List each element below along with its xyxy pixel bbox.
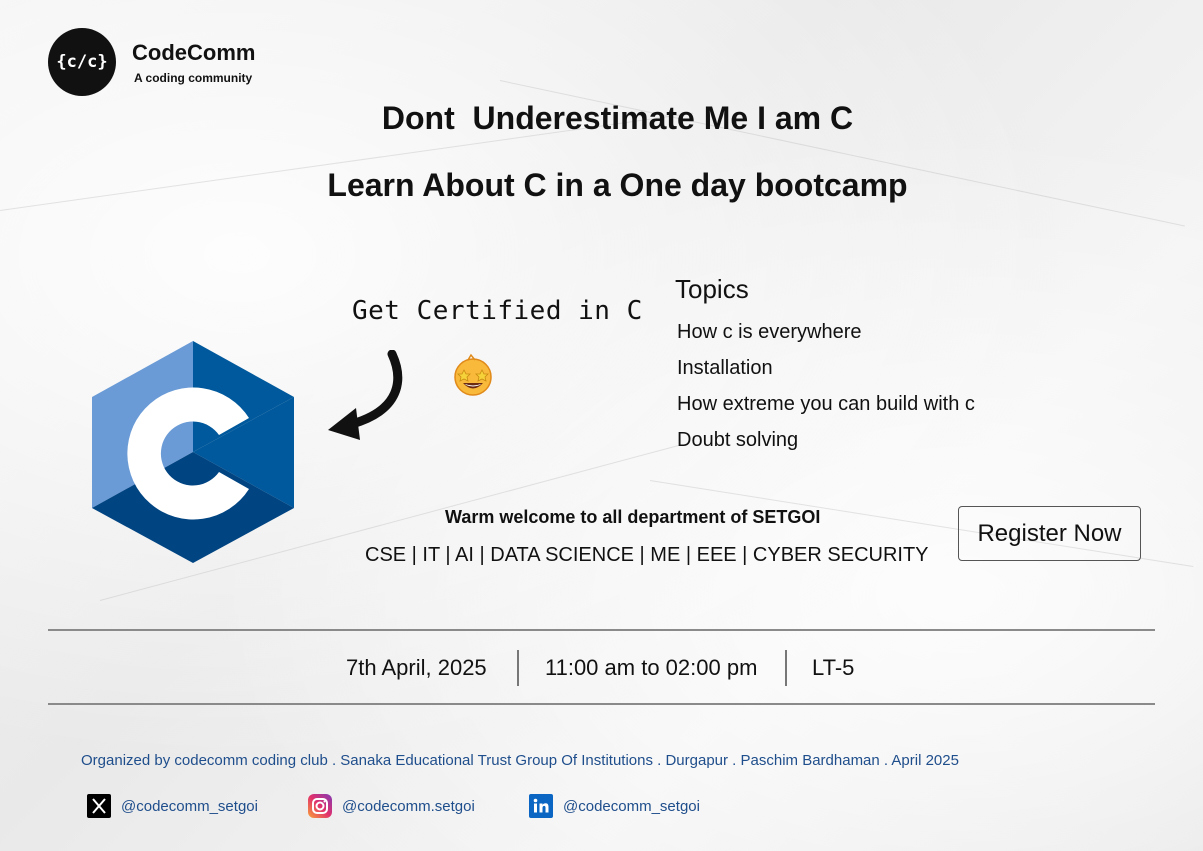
x-icon	[87, 794, 111, 818]
register-now-button[interactable]: Register Now	[958, 506, 1141, 561]
social-x[interactable]: @codecomm_setgoi	[87, 794, 258, 818]
linkedin-icon	[529, 794, 553, 818]
topic-item: Installation	[677, 357, 773, 379]
social-instagram[interactable]: @codecomm.setgoi	[308, 794, 475, 818]
topics-list: How c is everywhere Installation How ext…	[677, 320, 975, 464]
topic-item: How extreme you can build with c	[677, 393, 975, 415]
separator	[785, 650, 787, 686]
certified-caption: Get Certified in C	[352, 296, 643, 326]
curved-arrow-icon	[328, 350, 403, 440]
social-handle: @codecomm_setgoi	[563, 797, 700, 815]
welcome-text: Warm welcome to all department of SETGOI	[445, 507, 821, 527]
brand-tagline: A coding community	[134, 71, 253, 85]
headline-primary: Dont Underestimate Me I am C	[381, 100, 854, 136]
event-time: 11:00 am to 02:00 pm	[545, 655, 758, 680]
brand-logo-text: {c/c}	[56, 52, 108, 72]
separator	[517, 650, 519, 686]
social-handle: @codecomm.setgoi	[342, 797, 475, 815]
social-linkedin[interactable]: @codecomm_setgoi	[529, 794, 700, 818]
c-language-logo-icon	[92, 341, 294, 563]
social-handle: @codecomm_setgoi	[121, 797, 258, 815]
brand-logo: {c/c}	[48, 28, 116, 96]
departments-list: CSE | IT | AI | DATA SCIENCE | ME | EEE …	[365, 544, 929, 566]
brand-name: CodeComm	[132, 40, 256, 65]
organizer-text: Organized by codecomm coding club . Sana…	[81, 752, 959, 769]
divider-bottom	[48, 703, 1155, 705]
divider-top	[48, 629, 1155, 631]
star-struck-emoji-icon	[454, 353, 492, 396]
event-venue: LT-5	[812, 655, 855, 680]
event-date: 7th April, 2025	[346, 655, 487, 680]
headline-secondary: Learn About C in a One day bootcamp	[327, 167, 908, 203]
topic-item: How c is everywhere	[677, 321, 862, 343]
topic-item: Doubt solving	[677, 429, 799, 451]
topics-title: Topics	[675, 274, 749, 304]
instagram-icon	[308, 794, 332, 818]
